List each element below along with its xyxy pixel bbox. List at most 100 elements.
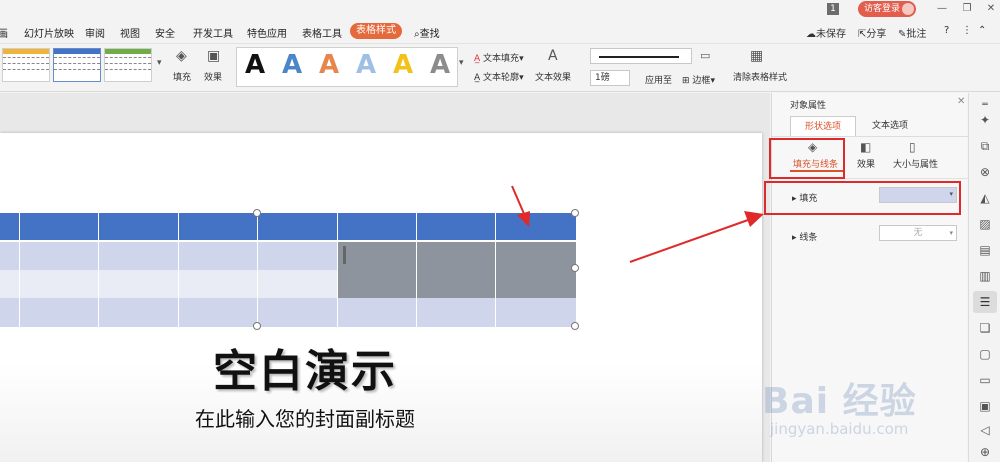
search-button[interactable]: ⌕查找	[414, 25, 440, 40]
slide-table[interactable]	[0, 213, 576, 327]
fill-label[interactable]: 填充	[173, 70, 191, 83]
right-side-toolbar: ═ ✦ ⧉ ⊗ ◭ ▨ ▤ ▥ ☰ ❏ ▢ ▭ ▣ ◁ ⊕	[968, 93, 1000, 462]
image-icon[interactable]: ▨	[978, 217, 992, 231]
text-effect-icon[interactable]: A	[548, 48, 558, 64]
menu-table-style[interactable]: 表格样式	[350, 23, 402, 39]
properties-icon[interactable]: ☰	[978, 295, 992, 309]
line-dropdown-value: 无	[913, 228, 923, 238]
wordart-black[interactable]: A	[245, 50, 265, 80]
menu-table-tools[interactable]: 表格工具	[302, 25, 342, 40]
menu-review[interactable]: 审阅	[85, 25, 105, 40]
collapse-ribbon-icon[interactable]: ⌃	[978, 25, 986, 36]
table-style-thumb-blue[interactable]	[53, 48, 101, 82]
border-button[interactable]: ⊞ 边框▾	[682, 73, 715, 86]
picture-icon[interactable]: ▣	[978, 399, 992, 413]
menu-view[interactable]: 视图	[120, 25, 140, 40]
text-fill-button[interactable]: A̲ 文本填充▾	[474, 51, 524, 64]
pen-color-icon[interactable]: ▭	[700, 49, 710, 62]
link-icon[interactable]: ⊗	[978, 165, 992, 179]
shapes-icon[interactable]: ⧉	[978, 139, 992, 153]
visitor-login-button[interactable]: 访客登录	[858, 1, 916, 17]
size-properties-icon[interactable]: ▯	[909, 140, 916, 154]
menu-security[interactable]: 安全	[155, 25, 175, 40]
line-section-header[interactable]: ▸ 线条	[792, 230, 817, 243]
effect-icon[interactable]: ▣	[207, 48, 220, 64]
menu-features[interactable]: 特色应用	[247, 25, 287, 40]
ribbon: ▾ ◈ 填充 ▣ 效果 A A A A A A ▾ A̲ 文本填充▾ A̲ 文本…	[0, 44, 1000, 92]
pane-close-icon[interactable]: ✕	[957, 96, 965, 107]
clear-table-style-label[interactable]: 清除表格样式	[733, 70, 787, 83]
annotation-arrow-table-head	[517, 211, 530, 227]
format-icon[interactable]: ◭	[978, 191, 992, 205]
resize-handle-bottom-right[interactable]	[571, 322, 579, 330]
more-icon[interactable]: ⋮	[962, 25, 972, 36]
effect-label[interactable]: 效果	[204, 70, 222, 83]
resize-handle-top[interactable]	[253, 209, 261, 217]
slide-title[interactable]: 空白演示	[0, 335, 610, 399]
tab-text-options[interactable]: 文本选项	[864, 116, 916, 136]
table-style-thumb-orange[interactable]	[2, 48, 50, 82]
copy-icon[interactable]: ❏	[978, 321, 992, 335]
line-style-dropdown[interactable]	[590, 48, 692, 64]
archive-icon[interactable]: ▭	[978, 373, 992, 387]
text-effect-label[interactable]: 文本效果	[535, 70, 571, 83]
text-fill-icon: A̲	[474, 54, 481, 64]
annotation-arrow-pane-head	[744, 211, 764, 227]
chart-icon[interactable]: ▥	[978, 269, 992, 283]
annotation-arrow-pane	[629, 219, 749, 263]
slide-subtitle[interactable]: 在此输入您的封面副标题	[0, 403, 610, 432]
comment-button[interactable]: ✎批注	[898, 25, 926, 40]
line-section-label: 线条	[799, 233, 818, 243]
fill-bucket-icon[interactable]: ◈	[176, 48, 187, 64]
table-style-thumb-green[interactable]	[104, 48, 152, 82]
audio-icon[interactable]: ◁	[978, 423, 992, 437]
wordart-orange[interactable]: A	[319, 50, 339, 80]
wordart-more-icon[interactable]: ▾	[459, 58, 464, 68]
menu-slideshow[interactable]: 幻灯片放映	[24, 25, 74, 40]
wordart-blue[interactable]: A	[282, 50, 302, 80]
wordart-gray[interactable]: A	[430, 50, 450, 80]
menu-developer[interactable]: 开发工具	[193, 25, 233, 40]
border-icon: ⊞	[682, 76, 690, 86]
wordart-light-blue[interactable]: A	[356, 50, 376, 80]
apply-to-label: 应用至	[645, 76, 673, 86]
window-count-badge[interactable]: 1	[827, 3, 839, 15]
resize-handle-bottom[interactable]	[253, 322, 261, 330]
line-dropdown[interactable]: 无 ▾	[879, 225, 957, 241]
table-header-divider	[0, 240, 576, 242]
menu-draw[interactable]: 画	[0, 25, 8, 40]
restore-button[interactable]: ❐	[960, 2, 974, 16]
text-icon[interactable]: ▢	[978, 347, 992, 361]
close-button[interactable]: ✕	[984, 2, 998, 16]
line-weight-dropdown[interactable]: 1磅	[590, 70, 630, 86]
text-outline-icon: A̲	[474, 73, 481, 83]
download-icon[interactable]: ⊕	[978, 445, 992, 459]
clear-style-icon[interactable]: ▦	[750, 48, 763, 64]
help-button[interactable]: ?	[944, 25, 949, 36]
effects-icon[interactable]: ◧	[860, 140, 871, 154]
tab-shape-options[interactable]: 形状选项	[790, 116, 856, 136]
text-outline-label: 文本轮廓	[483, 73, 520, 83]
text-outline-button[interactable]: A̲ 文本轮廓▾	[474, 70, 524, 83]
text-fill-label: 文本填充	[483, 54, 520, 64]
table-column-line	[0, 213, 20, 327]
pane-title[interactable]: 对象属性	[790, 98, 826, 111]
border-label: 边框	[692, 76, 711, 86]
table-column-line	[179, 213, 258, 327]
table-icon[interactable]: ▤	[978, 243, 992, 257]
subtab-size-properties[interactable]: 大小与属性	[893, 157, 938, 170]
table-column-line	[99, 213, 179, 327]
subtab-effects[interactable]: 效果	[857, 157, 875, 170]
table-column-line	[20, 213, 99, 327]
annotation-arrows	[511, 185, 764, 263]
annotation-box-fill-line	[769, 138, 845, 179]
unsaved-button[interactable]: ☁未保存	[806, 25, 846, 40]
share-button[interactable]: ⇱分享	[858, 25, 886, 40]
minimize-button[interactable]: —	[935, 2, 949, 16]
search-label: 查找	[419, 29, 440, 40]
table-column-line	[417, 213, 496, 327]
collapse-bar-icon[interactable]: ═	[978, 98, 992, 112]
style-gallery-more-icon[interactable]: ▾	[157, 58, 162, 68]
wordart-yellow[interactable]: A	[393, 50, 413, 80]
pin-icon[interactable]: ✦	[978, 113, 992, 127]
